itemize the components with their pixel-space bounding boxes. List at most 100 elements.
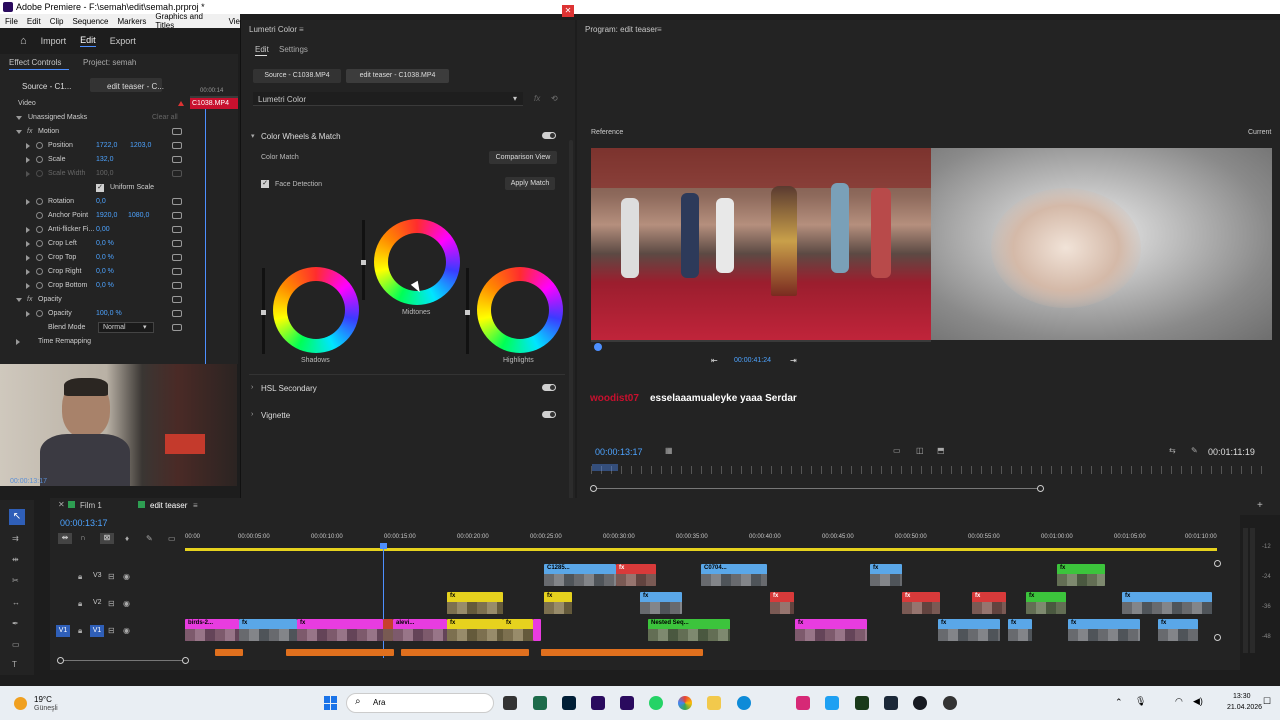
tab-edit-teaser[interactable]: edit teaser [150, 501, 187, 510]
edge-icon[interactable] [737, 696, 751, 710]
chevron-down-icon[interactable]: ▾ [251, 132, 255, 140]
clip[interactable]: fx [544, 592, 572, 614]
stopwatch-icon[interactable] [36, 142, 43, 149]
hsl-secondary-toggle[interactable] [542, 384, 556, 391]
app-icon[interactable] [533, 696, 547, 710]
clip[interactable]: fx [972, 592, 1006, 614]
clip[interactable]: birds-2... [185, 619, 239, 641]
reset-icon[interactable] [172, 212, 182, 219]
comparison-view-button[interactable]: Comparison View [489, 151, 557, 164]
add-marker-icon[interactable]: ♦ [125, 534, 129, 543]
weather-temp[interactable]: 19°C [34, 695, 52, 704]
clip[interactable]: fx [616, 564, 656, 586]
mini-clip-bar[interactable]: C1038.MP4 [190, 98, 238, 109]
stopwatch-icon[interactable] [36, 254, 43, 261]
expand-icon[interactable] [26, 283, 30, 289]
expand-icon[interactable] [26, 269, 30, 275]
taskbar-search[interactable] [346, 693, 494, 713]
panel-menu-icon[interactable]: ≡ [193, 501, 198, 510]
media-encoder-icon[interactable] [620, 696, 634, 710]
midtones-slider[interactable] [361, 220, 366, 300]
mini-playhead[interactable] [205, 109, 206, 364]
reset-icon[interactable] [172, 324, 182, 331]
linked-selection-icon[interactable]: ∩ [80, 533, 86, 542]
clip[interactable]: alevi... [393, 619, 447, 641]
face-detection-checkbox[interactable]: ✓ [261, 180, 269, 188]
sequence-clip-button[interactable]: edit teaser - C1038.MP4 [346, 69, 449, 83]
chrome-icon[interactable] [678, 696, 692, 710]
chevron-down-icon[interactable]: ▾ [143, 323, 147, 331]
crop-bottom-value[interactable]: 0,0 % [96, 282, 114, 289]
shadows-wheel[interactable] [273, 267, 359, 353]
microphone-icon[interactable]: 🎙︎ [1135, 696, 1146, 707]
clip[interactable]: fx [1026, 592, 1066, 614]
premiere-icon[interactable] [591, 696, 605, 710]
reset-icon[interactable] [172, 310, 182, 317]
volume-icon[interactable]: ◀) [1193, 696, 1203, 707]
panel-menu-icon[interactable]: ≡ [299, 25, 304, 34]
expand-icon[interactable] [26, 157, 30, 163]
clip[interactable]: fx [795, 619, 867, 641]
expand-icon[interactable] [26, 143, 30, 149]
lock-icon[interactable]: 🔒︎ [78, 599, 82, 609]
zoom-handle-left[interactable] [57, 657, 64, 664]
highlights-slider[interactable] [465, 268, 470, 354]
whatsapp-icon[interactable] [649, 696, 663, 710]
nest-icon[interactable]: ⊠ [100, 533, 114, 544]
opacity-value[interactable]: 100,0 % [96, 310, 122, 317]
reset-icon[interactable] [172, 268, 182, 275]
snap-icon[interactable]: ⇹ [58, 533, 72, 544]
audio-clip[interactable] [401, 649, 529, 656]
audio-clip[interactable] [215, 649, 243, 656]
clip[interactable]: C0704... [701, 564, 767, 586]
expand-icon[interactable] [16, 130, 22, 134]
crop-right-row[interactable]: Crop Right 0,0 % [0, 265, 190, 279]
panel-menu-icon[interactable]: ≡ [657, 25, 662, 34]
clip[interactable]: fx [447, 592, 503, 614]
rotation-value[interactable]: 0,0 [96, 198, 106, 205]
menu-clip[interactable]: Clip [50, 17, 64, 26]
position-x-value[interactable]: 1722,0 [96, 142, 117, 149]
close-panel-button[interactable]: ✕ [562, 5, 574, 17]
sync-icon[interactable]: ⊟ [108, 599, 115, 608]
reset-icon[interactable] [172, 282, 182, 289]
opacity-section-row[interactable]: fx Opacity [0, 293, 190, 307]
source-patch-v1[interactable]: V1 [56, 625, 70, 637]
nested-sequence-clip[interactable]: Nested Seq... [648, 619, 730, 641]
stopwatch-icon[interactable] [36, 310, 43, 317]
file-explorer-icon[interactable] [707, 696, 721, 710]
position-row[interactable]: Position 1722,0 1203,0 [0, 139, 190, 153]
chevron-down-icon[interactable]: ▾ [513, 94, 517, 103]
expand-icon[interactable] [26, 311, 30, 317]
zoom-handle-left[interactable] [590, 485, 597, 492]
track-select-tool-icon[interactable]: ⇉ [12, 534, 19, 543]
photoshop-icon[interactable] [562, 696, 576, 710]
motion-row[interactable]: fx Motion [0, 125, 190, 139]
home-icon[interactable]: ⌂ [20, 35, 27, 47]
expand-icon[interactable] [16, 116, 22, 120]
program-timecode[interactable]: 00:00:13:17 [595, 447, 643, 457]
opacity-row[interactable]: Opacity 100,0 % [0, 307, 190, 321]
lock-icon[interactable]: 🔒︎ [78, 572, 82, 582]
reset-icon[interactable] [172, 296, 182, 303]
sync-icon[interactable]: ⊟ [108, 572, 115, 581]
rectangle-tool-icon[interactable]: ▭ [12, 640, 20, 649]
crop-bottom-row[interactable]: Crop Bottom 0,0 % [0, 279, 190, 293]
anchor-y-value[interactable]: 1080,0 [128, 212, 149, 219]
slider-knob[interactable] [261, 310, 266, 315]
wrench-icon[interactable]: ✎ [1191, 446, 1198, 455]
type-tool-icon[interactable]: T [12, 660, 17, 669]
stopwatch-icon[interactable] [36, 212, 43, 219]
audio-clip[interactable] [541, 649, 703, 656]
crop-top-value[interactable]: 0,0 % [96, 254, 114, 261]
stopwatch-icon[interactable] [36, 282, 43, 289]
split-view-icon[interactable]: ⬒ [937, 446, 945, 455]
side-by-side-icon[interactable]: ◫ [916, 446, 924, 455]
source-clip-tab[interactable]: Source - C1... [22, 82, 71, 91]
anchor-point-row[interactable]: Anchor Point 1920,0 1080,0 [0, 209, 190, 223]
rotation-row[interactable]: Rotation 0,0 [0, 195, 190, 209]
step-back-icon[interactable]: ⇤ [711, 356, 718, 365]
program-ruler[interactable] [591, 466, 1271, 474]
scroll-handle-bottom[interactable] [1214, 634, 1221, 641]
scroll-up-icon[interactable] [178, 101, 184, 106]
